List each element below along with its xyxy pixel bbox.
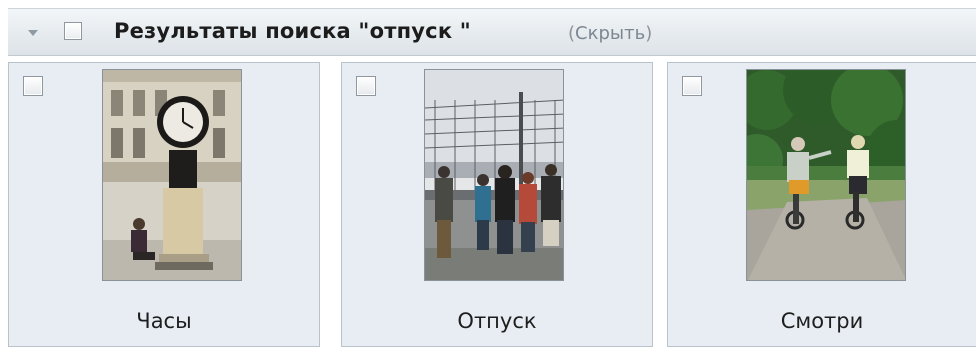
result-tile[interactable]: Отпуск (341, 62, 653, 347)
result-caption: Отпуск (457, 309, 537, 333)
result-checkbox[interactable] (23, 76, 43, 96)
collapse-arrow-icon[interactable] (28, 30, 38, 36)
hide-link-group: (Скрыть) (568, 23, 652, 44)
results-title: Результаты поиска "отпуск " (114, 19, 471, 43)
hide-link[interactable]: Скрыть (575, 23, 645, 44)
clock-monument-photo[interactable] (102, 69, 242, 281)
result-caption: Часы (136, 309, 192, 333)
result-checkbox[interactable] (682, 76, 702, 96)
cyclists-on-path-photo[interactable] (746, 69, 906, 281)
search-results-panel: Результаты поиска "отпуск " (Скрыть) Час… (0, 0, 976, 347)
result-tile[interactable]: Смотри (667, 62, 976, 347)
select-all-checkbox[interactable] (64, 22, 82, 40)
result-tile[interactable]: Часы (8, 62, 320, 347)
results-header: Результаты поиска "отпуск " (Скрыть) (8, 8, 976, 56)
hide-open-paren: ( (568, 23, 576, 44)
people-at-fence-photo[interactable] (424, 69, 564, 281)
hide-close-paren: ) (645, 23, 653, 44)
result-caption: Смотри (780, 309, 864, 333)
result-checkbox[interactable] (356, 76, 376, 96)
